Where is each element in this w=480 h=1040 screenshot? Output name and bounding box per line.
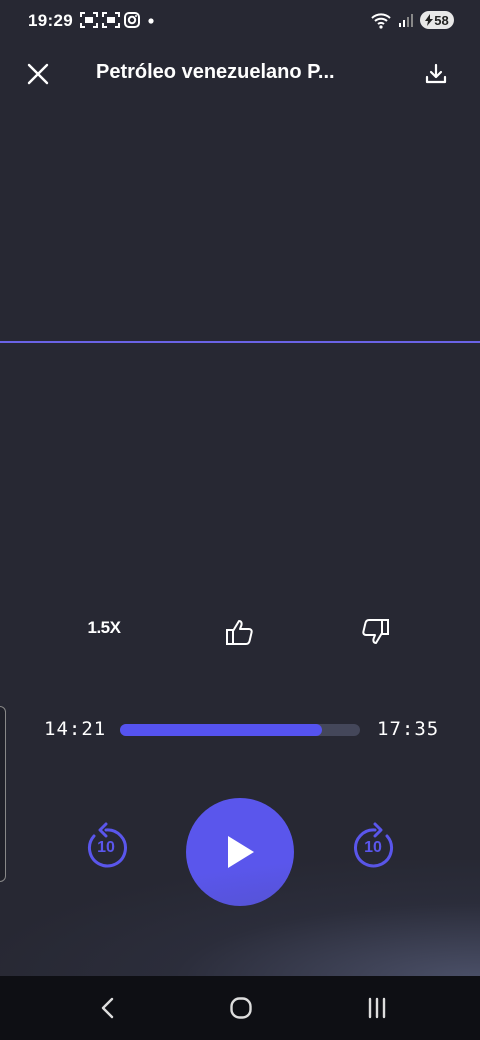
status-icons-left bbox=[80, 12, 158, 28]
battery-level: 58 bbox=[434, 12, 449, 28]
system-nav-bar bbox=[0, 976, 480, 1040]
nav-back-button[interactable] bbox=[92, 992, 124, 1024]
like-button[interactable] bbox=[222, 614, 258, 650]
close-button[interactable] bbox=[22, 58, 54, 90]
background-glow bbox=[0, 860, 480, 980]
signal-icon bbox=[399, 14, 413, 27]
thumbs-down-icon bbox=[362, 619, 389, 644]
close-icon bbox=[27, 63, 49, 85]
dislike-button[interactable] bbox=[357, 614, 393, 650]
download-icon bbox=[425, 63, 447, 84]
status-bar: 19:29 58 bbox=[0, 0, 480, 44]
rewind-seconds: 10 bbox=[97, 839, 115, 856]
recents-icon bbox=[368, 997, 386, 1019]
forward-seconds: 10 bbox=[364, 839, 382, 856]
progress-bar[interactable] bbox=[120, 724, 360, 736]
playback-speed-button[interactable]: 1.5X bbox=[82, 618, 126, 638]
screenshot-icon bbox=[102, 12, 120, 28]
screenshot-icon bbox=[80, 12, 98, 28]
current-time: 14:21 bbox=[44, 718, 107, 740]
download-button[interactable] bbox=[420, 58, 452, 90]
battery-icon: 58 bbox=[420, 11, 454, 29]
nav-home-button[interactable] bbox=[224, 992, 258, 1024]
status-time: 19:29 bbox=[28, 11, 73, 30]
thumbs-up-icon bbox=[226, 620, 253, 645]
charging-bolt-icon bbox=[425, 14, 434, 26]
actions-row: 1.5X bbox=[0, 608, 480, 652]
player-header: Petróleo venezuelano P... bbox=[0, 48, 480, 100]
progress-fill bbox=[120, 724, 322, 736]
back-icon bbox=[101, 997, 114, 1019]
total-time: 17:35 bbox=[377, 718, 440, 740]
progress-row: 14:21 17:35 bbox=[0, 714, 480, 744]
episode-title: Petróleo venezuelano P... bbox=[96, 61, 335, 83]
status-icons-right: 58 bbox=[370, 11, 454, 29]
home-icon bbox=[230, 997, 252, 1019]
waveform-line bbox=[0, 341, 480, 343]
instagram-icon bbox=[124, 12, 140, 28]
wifi-icon bbox=[371, 13, 391, 29]
nav-recents-button[interactable] bbox=[360, 992, 394, 1024]
dot-icon bbox=[148, 18, 154, 24]
